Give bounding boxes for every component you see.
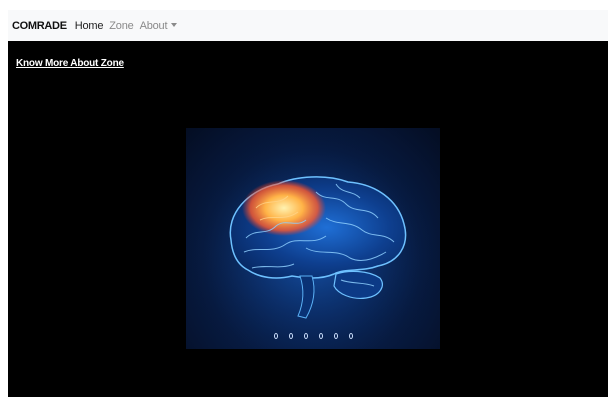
- brain-illustration-image: [186, 128, 440, 349]
- page-body: COMRADE Home Zone About Know More About …: [8, 10, 608, 397]
- nav-dropdown-about[interactable]: About: [140, 20, 178, 32]
- carousel-indicators: [186, 333, 440, 339]
- nav-link-home[interactable]: Home: [75, 20, 104, 32]
- know-more-link[interactable]: Know More About Zone: [16, 58, 124, 69]
- nav-link-zone[interactable]: Zone: [109, 20, 133, 32]
- carousel-indicator-2[interactable]: [288, 333, 293, 339]
- brand-link[interactable]: COMRADE: [12, 20, 67, 32]
- nav-link-about-label: About: [139, 19, 168, 32]
- carousel-indicator-3[interactable]: [303, 333, 308, 339]
- carousel-indicator-4[interactable]: [318, 333, 323, 339]
- caret-down-icon: [171, 22, 178, 27]
- carousel-indicator-6[interactable]: [348, 333, 353, 339]
- carousel-indicator-5[interactable]: [333, 333, 338, 339]
- carousel-indicator-1[interactable]: [273, 333, 278, 339]
- navbar: COMRADE Home Zone About: [8, 10, 608, 41]
- image-carousel[interactable]: [186, 128, 440, 349]
